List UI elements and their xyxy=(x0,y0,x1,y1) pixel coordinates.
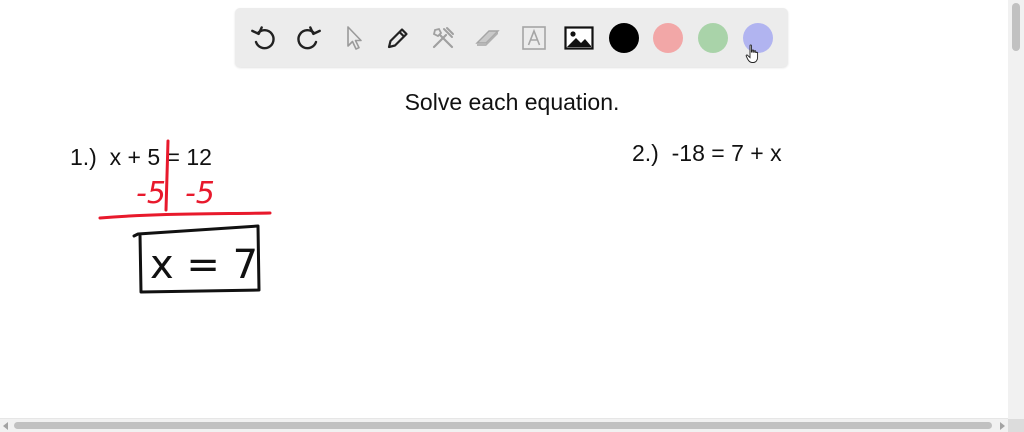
tools-icon xyxy=(432,27,454,49)
scroll-left-arrow-icon[interactable] xyxy=(3,422,8,430)
horizontal-scrollbar-thumb[interactable] xyxy=(14,422,992,429)
eraser-button[interactable] xyxy=(472,22,504,54)
undo-button[interactable] xyxy=(248,22,280,54)
color-green-swatch[interactable] xyxy=(698,23,728,53)
scroll-right-arrow-icon[interactable] xyxy=(1000,422,1005,430)
tools-button[interactable] xyxy=(427,22,459,54)
vertical-scrollbar[interactable] xyxy=(1008,0,1024,419)
hand-cursor-icon xyxy=(745,44,759,63)
color-black-swatch[interactable] xyxy=(609,23,639,53)
worksheet-heading: Solve each equation. xyxy=(404,89,620,115)
text-box-icon xyxy=(522,26,546,50)
pen-icon xyxy=(387,28,408,49)
problem-2-equation: -18 = 7 + x xyxy=(671,140,782,166)
drawing-toolbar xyxy=(235,8,788,67)
vertical-scrollbar-thumb[interactable] xyxy=(1012,3,1020,51)
problem-2: 2.) -18 = 7 + x xyxy=(632,140,782,167)
whiteboard-canvas[interactable] xyxy=(0,75,1008,419)
color-red-swatch[interactable] xyxy=(653,23,683,53)
scrollbar-corner xyxy=(1008,419,1024,432)
eraser-icon xyxy=(475,30,500,46)
horizontal-scrollbar[interactable] xyxy=(0,418,1008,432)
problem-1-number: 1.) xyxy=(70,144,97,170)
insert-image-button[interactable] xyxy=(563,22,595,54)
undo-icon xyxy=(251,26,275,50)
select-pointer-icon xyxy=(347,26,362,50)
problem-2-number: 2.) xyxy=(632,140,659,166)
pen-button[interactable] xyxy=(382,22,414,54)
text-tool-button[interactable] xyxy=(518,22,550,54)
problem-1: 1.) x + 5 = 12 xyxy=(70,144,212,171)
problem-1-equation: x + 5 = 12 xyxy=(109,144,212,170)
redo-button[interactable] xyxy=(292,22,324,54)
image-icon xyxy=(564,26,594,50)
redo-icon xyxy=(297,26,321,50)
select-button[interactable] xyxy=(338,22,370,54)
